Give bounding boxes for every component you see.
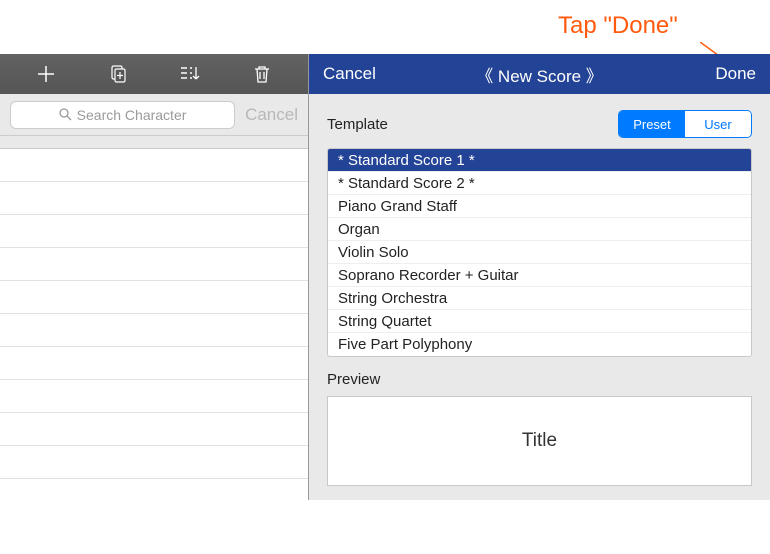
left-toolbar: [0, 54, 308, 94]
search-icon: [59, 108, 72, 121]
annotation-text: Tap "Done": [558, 12, 678, 40]
list-row[interactable]: [0, 149, 308, 182]
list-row[interactable]: [0, 182, 308, 215]
template-list: * Standard Score 1 * * Standard Score 2 …: [327, 148, 752, 357]
search-input[interactable]: Search Character: [10, 101, 235, 129]
copy-icon[interactable]: [107, 63, 129, 85]
right-panel: Cancel 《 New Score 》 Done Template Prese…: [309, 54, 770, 500]
search-bar: Search Character Cancel: [0, 94, 308, 136]
preview-area: Title: [327, 396, 752, 486]
right-navbar: Cancel 《 New Score 》 Done: [309, 54, 770, 94]
left-list: [0, 136, 308, 500]
template-row[interactable]: Organ: [328, 218, 751, 241]
list-row[interactable]: [0, 314, 308, 347]
template-row[interactable]: * Standard Score 1 *: [328, 149, 751, 172]
page-title: 《 New Score 》: [309, 62, 770, 87]
template-row[interactable]: Five Part Polyphony: [328, 333, 751, 356]
preview-title: Title: [522, 430, 557, 452]
list-section-header: [0, 136, 308, 149]
template-row[interactable]: Violin Solo: [328, 241, 751, 264]
list-row[interactable]: [0, 215, 308, 248]
cancel-button[interactable]: Cancel: [323, 64, 376, 84]
template-label: Template: [327, 116, 388, 133]
sort-icon[interactable]: [179, 63, 201, 85]
preview-label: Preview: [309, 357, 770, 396]
list-row[interactable]: [0, 446, 308, 479]
trash-icon[interactable]: [251, 63, 273, 85]
template-row[interactable]: Piano Grand Staff: [328, 195, 751, 218]
list-row[interactable]: [0, 413, 308, 446]
left-panel: Search Character Cancel: [0, 54, 309, 500]
list-row[interactable]: [0, 248, 308, 281]
list-row[interactable]: [0, 281, 308, 314]
list-row[interactable]: [0, 380, 308, 413]
list-row[interactable]: [0, 347, 308, 380]
template-row[interactable]: Soprano Recorder + Guitar: [328, 264, 751, 287]
search-cancel-button[interactable]: Cancel: [245, 105, 298, 125]
add-icon[interactable]: [35, 63, 57, 85]
template-row[interactable]: String Orchestra: [328, 287, 751, 310]
search-placeholder: Search Character: [77, 107, 187, 123]
template-row[interactable]: String Quartet: [328, 310, 751, 333]
segment-user[interactable]: User: [685, 111, 751, 137]
template-segmented: Preset User: [618, 110, 752, 138]
done-button[interactable]: Done: [715, 64, 756, 84]
template-row[interactable]: * Standard Score 2 *: [328, 172, 751, 195]
segment-preset[interactable]: Preset: [619, 111, 685, 137]
